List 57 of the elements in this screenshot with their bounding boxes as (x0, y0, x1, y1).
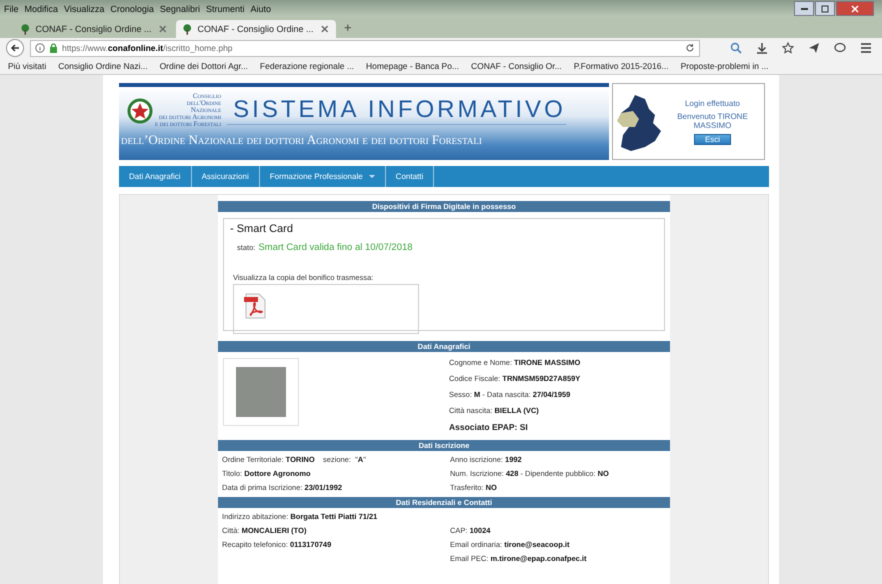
bookmark-item[interactable]: Homepage - Banca Po... (366, 61, 460, 71)
menu-icon (860, 42, 872, 54)
menu-item[interactable]: Strumenti (206, 4, 244, 14)
nav-item[interactable]: Formazione Professionale (260, 166, 386, 187)
status-value: Smart Card valida fino al 10/07/2018 (258, 242, 413, 253)
site-title: SISTEMA INFORMATIVO (227, 96, 566, 125)
download-icon (756, 42, 768, 54)
nav-item[interactable]: Contatti (386, 166, 434, 187)
epap-status: Associato EPAP: SI (449, 422, 529, 432)
info-icon (35, 43, 45, 53)
bookmark-item[interactable]: Ordine dei Dottori Agr... (160, 61, 248, 71)
bookmark-item[interactable]: Federazione regionale ... (260, 61, 354, 71)
back-button[interactable] (6, 39, 24, 57)
bookmark-item[interactable]: Proposte-problemi in ... (680, 61, 768, 71)
welcome-text: Benvenuto TIRONE MASSIMO (676, 112, 749, 130)
lock-icon (49, 43, 58, 53)
menu-item[interactable]: Aiuto (250, 4, 271, 14)
tree-icon (182, 24, 192, 34)
close-tab-icon (318, 23, 330, 35)
browser-tab[interactable]: CONAF - Consiglio Ordine ... (14, 20, 174, 38)
chat-icon (834, 42, 846, 54)
reload-icon (685, 43, 695, 53)
menu-item[interactable]: Modifica (24, 4, 58, 14)
nav-item[interactable]: Dati Anagrafici (119, 166, 192, 187)
search-icon (730, 42, 742, 54)
menu-item[interactable]: Segnalibri (160, 4, 200, 14)
emblem-icon (127, 98, 153, 124)
browser-tab[interactable]: CONAF - Consiglio Ordine ... (176, 20, 336, 38)
nav-item[interactable]: Assicurazioni (192, 166, 260, 187)
maximize-button[interactable] (815, 1, 835, 16)
login-status: Login effettuato (684, 98, 740, 108)
bookmark-item[interactable]: CONAF - Consiglio Or... (471, 61, 562, 71)
url-text: https://www.conafonline.it/iscritto_home.php (62, 43, 233, 53)
site-subtitle: dell’Ordine Nazionale dei dottori Agronomi e dei dottori Forestali (120, 132, 483, 148)
minimize-icon (800, 8, 808, 10)
address-field[interactable]: https://www.conafonline.it/iscritto_home.php (30, 40, 700, 56)
menu-item[interactable]: Visualizza (64, 4, 104, 14)
menu-item[interactable]: File (4, 4, 19, 14)
close-icon (849, 2, 861, 14)
back-arrow-icon (10, 43, 20, 53)
send-icon (808, 42, 820, 54)
bookmark-item[interactable]: P.Formativo 2015-2016... (574, 61, 669, 71)
bookmark-item[interactable]: Più visitati (8, 61, 46, 71)
close-tab-icon (156, 23, 168, 35)
maximize-icon (819, 2, 831, 14)
pdf-file-icon (244, 293, 266, 319)
card-title: - Smart Card (230, 223, 294, 235)
menu-item[interactable]: Cronologia (110, 4, 154, 14)
caret-icon (368, 175, 375, 178)
new-tab-button[interactable]: + (338, 20, 358, 35)
photo-placeholder (236, 367, 286, 417)
star-icon (782, 42, 794, 54)
minimize-button[interactable] (794, 1, 814, 16)
tree-icon (20, 24, 30, 34)
region-map-icon (615, 92, 663, 150)
bookmark-item[interactable]: Consiglio Ordine Nazi... (58, 61, 148, 71)
close-button[interactable] (836, 1, 874, 16)
